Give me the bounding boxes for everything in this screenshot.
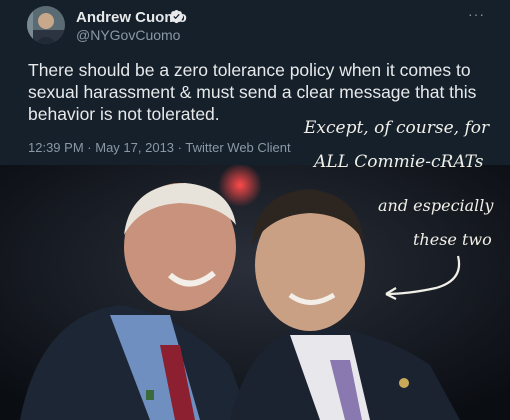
meta-separator: · [87,140,92,155]
tweet-text: There should be a zero tolerance policy … [28,59,498,125]
tweet-meta: 12:39 PM · May 17, 2013 · Twitter Web Cl… [28,140,291,155]
tweet-text-line: sexual harassment & must send a clear me… [28,82,477,102]
tweet-date[interactable]: May 17, 2013 [95,140,174,155]
verified-badge-icon [169,9,184,24]
tweet-source[interactable]: Twitter Web Client [185,140,290,155]
meta-separator: · [177,140,182,155]
tweet-time[interactable]: 12:39 PM [28,140,84,155]
annotation-line: Except, of course, for [304,118,490,138]
tweet-text-line: There should be a zero tolerance policy … [28,60,471,80]
curved-arrow-icon [385,255,461,300]
more-options-icon[interactable]: ··· [468,7,484,21]
author-handle[interactable]: @NYGovCuomo [76,27,180,43]
annotation-line: ALL Commie-cRATs [314,152,484,172]
avatar-image [27,6,65,44]
avatar[interactable] [27,6,65,44]
annotation-line: these two [413,230,492,249]
annotation-line: and especially [378,196,494,215]
